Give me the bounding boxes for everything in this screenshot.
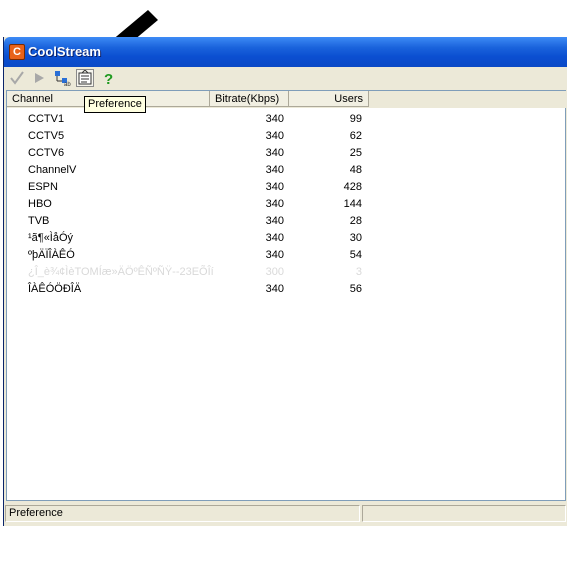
channel-bitrate: 340 (265, 113, 284, 125)
status-text: Preference (5, 505, 360, 522)
channel-bitrate: 340 (265, 249, 284, 261)
channel-tree-icon: ab (55, 71, 71, 88)
channel-name: ¹ã¶«ÌåÓý (28, 232, 74, 244)
checkmark-button[interactable] (8, 69, 26, 87)
status-bar: Preference (4, 502, 567, 524)
channel-tree-button[interactable]: ab (53, 69, 71, 88)
channel-bitrate: 340 (265, 181, 284, 193)
channel-bitrate: 340 (265, 164, 284, 176)
play-icon (35, 73, 44, 83)
channel-bitrate: 300 (265, 266, 284, 278)
channel-users: 144 (343, 198, 362, 210)
preference-icon (78, 69, 92, 85)
svg-text:ab: ab (64, 82, 71, 87)
channel-name: ºþÄÏÎÀÊÓ (28, 249, 75, 261)
column-header-bitrate[interactable]: Bitrate(Kbps) (210, 91, 289, 107)
app-icon-letter: C (13, 46, 21, 58)
channel-users: 25 (349, 147, 362, 159)
list-item[interactable]: ¿Î_è¾¢ÌèTOMÍæ»ÄÖºÊÑºÑŸ--23EÕÎí 300 3 (7, 264, 427, 281)
channel-users: 3 (355, 266, 362, 278)
list-item[interactable]: ¹ã¶«ÌåÓý 340 30 (7, 230, 427, 247)
channel-users: 428 (343, 181, 362, 193)
channel-bitrate: 340 (265, 215, 284, 227)
channel-name: CCTV1 (28, 113, 65, 125)
list-item[interactable]: ESPN 340 428 (7, 179, 427, 196)
channel-name: TVB (28, 215, 50, 227)
preference-tooltip: Preference (84, 96, 146, 113)
channel-users: 28 (349, 215, 362, 227)
channel-users: 99 (349, 113, 362, 125)
svg-text:?: ? (104, 71, 113, 87)
channel-name: ¿Î_è¾¢ÌèTOMÍæ»ÄÖºÊÑºÑŸ--23EÕÎí (28, 266, 214, 278)
list-item[interactable]: TVB 340 28 (7, 213, 427, 230)
window-title: CoolStream (28, 44, 101, 59)
channel-name: CCTV6 (28, 147, 65, 159)
list-item[interactable]: ÎÀÊÓÖÐÎÄ 340 56 (7, 281, 427, 298)
channel-name: ÎÀÊÓÖÐÎÄ (28, 283, 82, 295)
status-pane-2 (362, 505, 566, 522)
channel-name: HBO (28, 198, 52, 210)
channel-bitrate: 340 (265, 283, 284, 295)
channel-users: 56 (349, 283, 362, 295)
channel-users: 54 (349, 249, 362, 261)
channel-name: CCTV5 (28, 130, 65, 142)
channel-bitrate: 340 (265, 232, 284, 244)
channel-list[interactable]: Channel Bitrate(Kbps) Users CCTV1 340 99 CC… (6, 90, 567, 501)
list-item[interactable]: ºþÄÏÎÀÊÓ 340 54 (7, 247, 427, 264)
list-item[interactable]: ChannelV 340 48 (7, 162, 427, 179)
title-bar[interactable]: C CoolStream (4, 37, 567, 67)
channel-bitrate: 340 (265, 147, 284, 159)
help-icon: ? (104, 71, 113, 88)
app-icon[interactable]: C (9, 44, 25, 60)
toolbar: ab ? (4, 67, 567, 89)
channel-bitrate: 340 (265, 130, 284, 142)
channel-users: 48 (349, 164, 362, 176)
channel-bitrate: 340 (265, 198, 284, 210)
channel-users: 30 (349, 232, 362, 244)
preference-button[interactable] (76, 69, 94, 87)
channel-name: ChannelV (28, 164, 77, 176)
channel-users: 62 (349, 130, 362, 142)
checkmark-icon (10, 71, 24, 85)
channel-name: ESPN (28, 181, 58, 193)
list-item[interactable]: CCTV1 340 99 (7, 111, 427, 128)
list-item[interactable]: CCTV6 340 25 (7, 145, 427, 162)
column-header-users[interactable]: Users (289, 91, 369, 107)
play-button[interactable] (30, 69, 48, 87)
help-button[interactable]: ? (100, 69, 118, 88)
list-item[interactable]: CCTV5 340 62 (7, 128, 427, 145)
list-item[interactable]: HBO 340 144 (7, 196, 427, 213)
